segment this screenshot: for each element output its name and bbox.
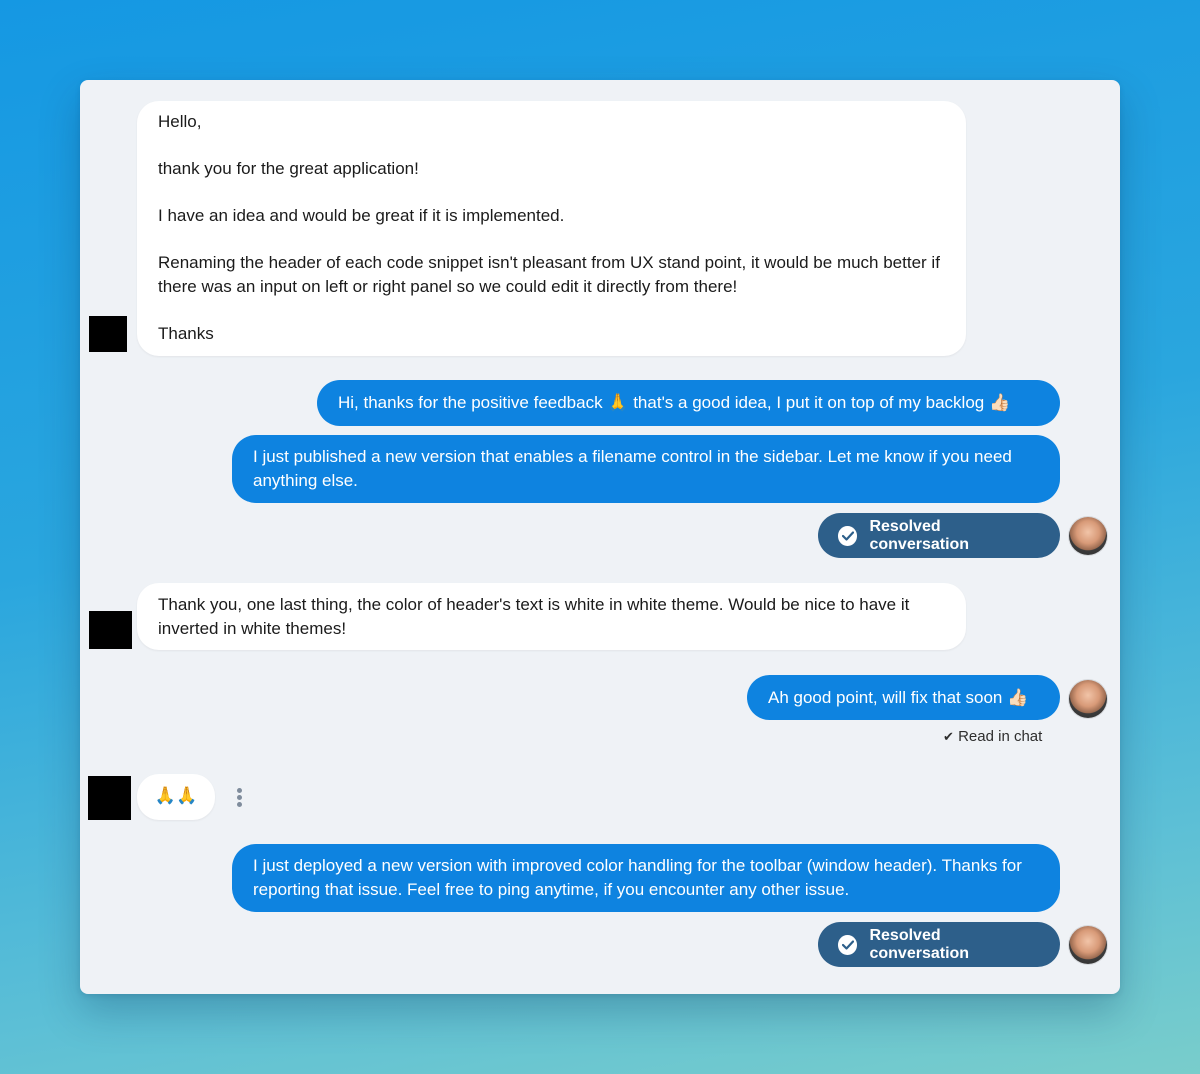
thumbs-up-emoji: 👍🏻	[988, 393, 1011, 413]
message-text: I just deployed a new version with impro…	[253, 856, 1022, 899]
more-vertical-icon[interactable]	[237, 788, 243, 808]
agent-avatar	[1069, 517, 1107, 555]
agent-message: I just published a new version that enab…	[232, 435, 1060, 503]
read-receipt: ✔ Read in chat	[943, 728, 1042, 745]
agent-message: I just deployed a new version with impro…	[232, 844, 1060, 912]
message-text: I just published a new version that enab…	[253, 447, 1012, 490]
resolved-label: Resolved conversation	[869, 517, 970, 553]
check-circle-icon	[838, 525, 858, 546]
customer-avatar	[89, 611, 132, 649]
resolved-status-badge: Resolved conversation	[818, 513, 1060, 558]
message-text: Hi, thanks for the positive feedback	[338, 393, 608, 412]
agent-message: Hi, thanks for the positive feedback 🙏 t…	[317, 380, 1060, 426]
chat-window: Hello, thank you for the great applicati…	[80, 80, 1120, 994]
agent-message: Ah good point, will fix that soon 👍🏻	[747, 675, 1060, 720]
agent-avatar	[1069, 680, 1107, 718]
agent-avatar	[1069, 926, 1107, 964]
message-text: Thank you, one last thing, the color of …	[158, 595, 910, 638]
message-paragraph: Renaming the header of each code snippet…	[158, 253, 940, 296]
message-paragraph: thank you for the great application!	[158, 159, 419, 178]
customer-avatar	[88, 776, 131, 820]
message-text: Ah good point, will fix that soon	[768, 688, 1008, 707]
resolved-status-badge: Resolved conversation	[818, 922, 1060, 967]
checkmark-icon: ✔	[943, 729, 954, 744]
pray-emoji: 🙏	[607, 393, 629, 413]
customer-message: Hello, thank you for the great applicati…	[137, 101, 966, 356]
thumbs-up-emoji: 👍🏻	[1007, 688, 1029, 708]
check-circle-icon	[838, 934, 858, 955]
message-paragraph: I have an idea and would be great if it …	[158, 206, 565, 225]
message-text: that's a good idea, I put it on top of m…	[628, 393, 989, 412]
message-paragraph: Hello,	[158, 112, 202, 131]
pray-emoji: 🙏🙏	[154, 786, 198, 806]
customer-avatar	[89, 316, 127, 352]
read-label: Read in chat	[958, 728, 1043, 745]
message-paragraph: Thanks	[158, 323, 214, 343]
customer-message: 🙏🙏	[137, 774, 215, 820]
resolved-label: Resolved conversation	[869, 926, 970, 962]
customer-message: Thank you, one last thing, the color of …	[137, 583, 966, 650]
